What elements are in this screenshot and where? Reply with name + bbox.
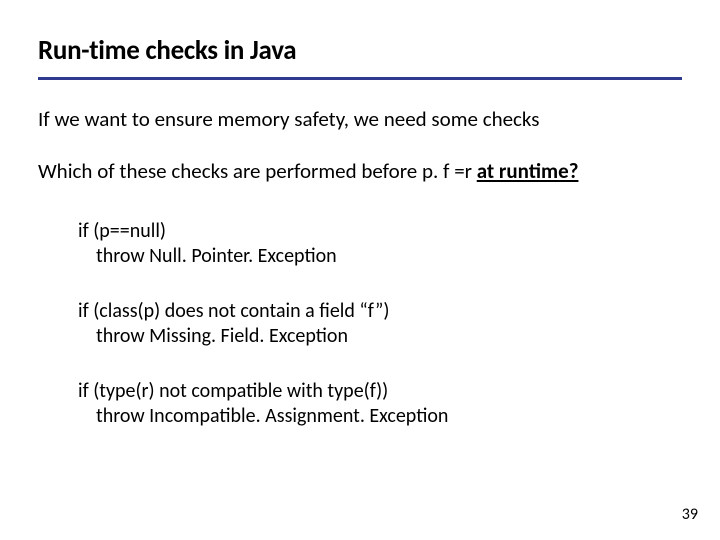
check-block-1: if (p==null) throw Null. Pointer. Except…	[78, 219, 682, 269]
slide: Run-time checks in Java If we want to en…	[0, 0, 720, 540]
check-throw: throw Incompatible. Assignment. Exceptio…	[78, 404, 682, 429]
check-condition: if (class(p) does not contain a field “f…	[78, 299, 682, 324]
check-condition: if (type(r) not compatible with type(f))	[78, 379, 682, 404]
check-block-2: if (class(p) does not contain a field “f…	[78, 299, 682, 349]
intro-text: If we want to ensure memory safety, we n…	[38, 106, 682, 132]
check-block-3: if (type(r) not compatible with type(f))…	[78, 379, 682, 429]
check-throw: throw Missing. Field. Exception	[78, 324, 682, 349]
question-emphasis: at runtime?	[477, 158, 579, 184]
page-number: 39	[682, 505, 698, 524]
question-text: Which of these checks are performed befo…	[38, 158, 682, 184]
slide-title: Run-time checks in Java	[38, 34, 682, 67]
question-prefix: Which of these checks are performed befo…	[38, 158, 477, 184]
title-rule	[38, 77, 682, 80]
check-condition: if (p==null)	[78, 219, 682, 244]
check-throw: throw Null. Pointer. Exception	[78, 244, 682, 269]
